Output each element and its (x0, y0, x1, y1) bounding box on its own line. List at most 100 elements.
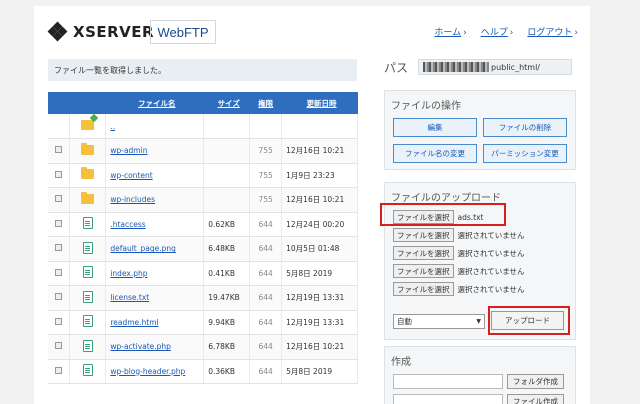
row-date-cell (281, 114, 358, 139)
row-permission-cell: 644 (249, 236, 283, 262)
row-permission-cell (249, 114, 283, 139)
row-name-cell: license.txt (105, 285, 205, 311)
file-name-link[interactable]: .. (110, 122, 115, 131)
change-permission-button[interactable]: パーミッション変更 (483, 144, 567, 163)
nav-logout-link[interactable]: ログアウト (527, 25, 578, 38)
row-name-cell: .htaccess (105, 212, 205, 237)
row-icon-cell (69, 212, 107, 237)
file-name-link[interactable]: wp-blog-header.php (110, 367, 185, 376)
row-date-cell: 10月5日 01:48 (281, 236, 358, 262)
choose-file-button[interactable]: ファイルを選択 (393, 282, 454, 296)
row-checkbox[interactable] (55, 195, 63, 203)
product-badge: WebFTP (150, 20, 216, 44)
table-row[interactable]: wp-content 755 1月9日 23:23 (48, 163, 358, 188)
table-row[interactable]: wp-admin 755 12月16日 10:21 (48, 138, 358, 164)
row-permission-cell: 644 (249, 261, 283, 286)
brand-logo[interactable]: XSERVER (47, 21, 155, 42)
xserver-logo-icon (47, 21, 68, 42)
row-select-cell (48, 261, 71, 286)
choose-file-button[interactable]: ファイルを選択 (393, 246, 454, 260)
row-select-cell (48, 310, 71, 335)
table-row[interactable]: .. (48, 114, 358, 139)
row-checkbox[interactable] (55, 317, 63, 325)
nav-help-link[interactable]: ヘルプ (481, 25, 514, 38)
choose-file-button[interactable]: ファイルを選択 (393, 264, 454, 278)
col-modified[interactable]: 更新日時 (281, 92, 358, 114)
row-checkbox[interactable] (55, 219, 63, 227)
row-size-cell (203, 114, 251, 139)
redacted-path-segment (423, 62, 489, 72)
row-date-cell: 12月24日 00:20 (281, 212, 358, 237)
file-icon (82, 315, 93, 328)
row-date-cell: 12月19日 13:31 (281, 285, 358, 311)
table-row[interactable]: default_page.png 6.48KB 644 10月5日 01:48 (48, 236, 358, 262)
row-select-cell (48, 285, 71, 311)
folder-icon (81, 191, 95, 204)
file-name-link[interactable]: license.txt (110, 293, 149, 302)
file-name-link[interactable]: wp-content (110, 171, 152, 180)
path-display: public_html/ (418, 59, 572, 75)
table-row[interactable]: .htaccess 0.62KB 644 12月24日 00:20 (48, 212, 358, 237)
dropdown-arrow-icon: ▼ (476, 318, 481, 325)
row-checkbox[interactable] (55, 244, 63, 252)
rename-file-button[interactable]: ファイル名の変更 (393, 144, 477, 163)
create-file-button[interactable]: ファイル作成 (507, 394, 564, 404)
file-name-link[interactable]: default_page.png (110, 244, 176, 253)
row-select-cell (48, 138, 71, 164)
col-size[interactable]: サイズ (203, 92, 250, 114)
file-icon (82, 339, 93, 352)
table-row[interactable]: wp-includes 755 12月16日 10:21 (48, 187, 358, 213)
col-permission[interactable]: 権限 (249, 92, 282, 114)
folder-name-input[interactable] (393, 374, 503, 389)
file-operations-title: ファイルの操作 (391, 101, 461, 112)
delete-file-button[interactable]: ファイルの削除 (483, 118, 567, 137)
file-table: ファイル名 サイズ 権限 更新日時 .. wp-admin 755 12月16日 10… (48, 92, 358, 384)
file-name-link[interactable]: wp-activate.php (110, 342, 171, 351)
row-checkbox[interactable] (55, 146, 63, 154)
col-filename[interactable]: ファイル名 (105, 92, 204, 114)
table-row[interactable]: readme.html 9.94KB 644 12月19日 13:31 (48, 310, 358, 335)
row-checkbox[interactable] (55, 366, 63, 374)
brand-name: XSERVER (73, 23, 155, 41)
upload-file-row: ファイルを選択 選択されていません (393, 281, 525, 297)
create-folder-button[interactable]: フォルダ作成 (507, 374, 564, 389)
row-checkbox[interactable] (55, 293, 63, 301)
file-name-link[interactable]: wp-includes (110, 195, 155, 204)
row-checkbox[interactable] (55, 342, 63, 350)
row-date-cell: 12月19日 13:31 (281, 310, 358, 335)
file-operations-panel: ファイルの操作 編集 ファイルの削除 ファイル名の変更 パーミッション変更 (384, 90, 576, 170)
upload-mode-select[interactable]: 自動 ▼ (393, 314, 485, 329)
table-row[interactable]: wp-blog-header.php 0.36KB 644 5月8日 2019 (48, 359, 358, 384)
row-icon-cell (69, 236, 107, 262)
row-size-cell: 6.78KB (203, 334, 251, 360)
file-icon (82, 364, 93, 377)
choose-file-button[interactable]: ファイルを選択 (393, 228, 454, 242)
file-name-link[interactable]: wp-admin (110, 146, 147, 155)
file-name-link[interactable]: .htaccess (110, 220, 145, 229)
file-name-link[interactable]: index.php (110, 269, 147, 278)
table-row[interactable]: license.txt 19.47KB 644 12月19日 13:31 (48, 285, 358, 311)
file-name-input[interactable] (393, 394, 503, 404)
row-size-cell: 0.36KB (203, 359, 251, 384)
row-icon-cell (69, 261, 107, 286)
col-icon (69, 92, 106, 114)
upload-file-row: ファイルを選択 選択されていません (393, 227, 525, 243)
row-size-cell: 0.62KB (203, 212, 251, 237)
row-date-cell: 12月16日 10:21 (281, 187, 358, 213)
row-name-cell: wp-blog-header.php (105, 359, 205, 384)
nav-home-link[interactable]: ホーム (434, 25, 466, 38)
upload-file-row: ファイルを選択 選択されていません (393, 263, 525, 279)
folder-icon (81, 167, 95, 180)
row-name-cell: wp-includes (105, 187, 205, 213)
row-date-cell: 12月16日 10:21 (281, 334, 358, 360)
table-row[interactable]: index.php 0.41KB 644 5月8日 2019 (48, 261, 358, 286)
row-date-cell: 12月16日 10:21 (281, 138, 358, 164)
row-permission-cell: 755 (249, 187, 283, 213)
table-row[interactable]: wp-activate.php 6.78KB 644 12月16日 10:21 (48, 334, 358, 360)
row-date-cell: 5月8日 2019 (281, 261, 358, 286)
file-icon (82, 290, 93, 303)
row-checkbox[interactable] (55, 170, 63, 178)
file-name-link[interactable]: readme.html (110, 318, 158, 327)
edit-button[interactable]: 編集 (393, 118, 477, 137)
row-checkbox[interactable] (55, 268, 63, 276)
